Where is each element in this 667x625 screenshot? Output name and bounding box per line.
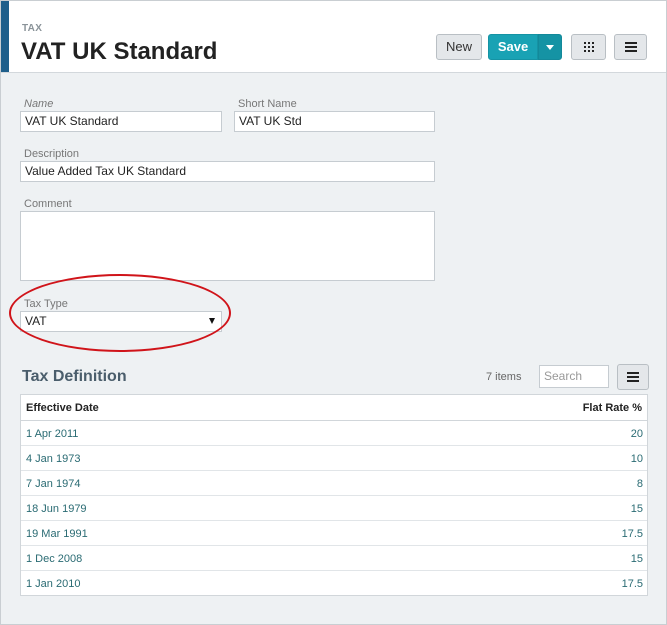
grid-view-button[interactable] [571, 34, 606, 60]
effective-date-cell[interactable]: 18 Jun 1979 [26, 503, 87, 515]
table-row[interactable]: 18 Jun 1979 15 [21, 496, 647, 521]
menu-icon [627, 372, 639, 382]
column-header-effective-date[interactable]: Effective Date [26, 402, 99, 414]
column-header-flat-rate[interactable]: Flat Rate % [583, 402, 642, 414]
effective-date-cell[interactable]: 1 Dec 2008 [26, 553, 82, 565]
search-input[interactable]: Search [539, 365, 609, 388]
table-row[interactable]: 19 Mar 1991 17.5 [21, 521, 647, 546]
page-header: TAX VAT UK Standard New Save [1, 1, 666, 73]
flat-rate-cell: 15 [630, 553, 643, 565]
short-name-field[interactable]: VAT UK Std [234, 111, 435, 132]
flat-rate-cell: 17.5 [621, 528, 643, 540]
save-options-dropdown-button[interactable] [538, 34, 562, 60]
effective-date-cell[interactable]: 4 Jan 1973 [26, 453, 80, 465]
effective-date-cell[interactable]: 1 Jan 2010 [26, 578, 80, 590]
menu-icon [625, 42, 637, 52]
table-row[interactable]: 1 Jan 2010 17.5 [21, 571, 647, 595]
dropdown-arrow-icon [209, 318, 215, 324]
tax-type-label: Tax Type [24, 298, 68, 310]
flat-rate-cell: 10 [630, 453, 643, 465]
flat-rate-cell: 17.5 [621, 578, 643, 590]
effective-date-cell[interactable]: 1 Apr 2011 [26, 428, 78, 440]
table-row[interactable]: 4 Jan 1973 10 [21, 446, 647, 471]
grid-icon [584, 42, 594, 52]
tax-type-selected-value: VAT [25, 314, 47, 328]
flat-rate-cell: 8 [636, 478, 643, 490]
table-row[interactable]: 7 Jan 1974 8 [21, 471, 647, 496]
more-actions-button[interactable] [614, 34, 647, 60]
comment-textarea[interactable] [20, 211, 435, 281]
save-button[interactable]: Save [488, 34, 538, 60]
table-row[interactable]: 1 Apr 2011 20 [21, 421, 647, 446]
name-field[interactable]: VAT UK Standard [20, 111, 222, 132]
tax-form-window: TAX VAT UK Standard New Save Name VAT UK… [0, 0, 667, 625]
short-name-label: Short Name [238, 98, 297, 110]
flat-rate-cell: 15 [630, 503, 643, 515]
items-count: 7 items [486, 371, 522, 383]
page-title: VAT UK Standard [21, 38, 218, 65]
description-field[interactable]: Value Added Tax UK Standard [20, 161, 435, 182]
name-label: Name [24, 98, 54, 110]
new-button[interactable]: New [436, 34, 482, 60]
effective-date-cell[interactable]: 19 Mar 1991 [26, 528, 88, 540]
table-header: Effective Date Flat Rate % [21, 395, 647, 421]
comment-label: Comment [24, 198, 72, 210]
header-accent-bar [1, 1, 9, 72]
tax-definition-title: Tax Definition [22, 368, 127, 385]
table-menu-button[interactable] [617, 364, 649, 390]
flat-rate-cell: 20 [630, 428, 643, 440]
caret-down-icon [546, 45, 554, 51]
tax-definition-table: Effective Date Flat Rate % 1 Apr 2011 20… [20, 394, 648, 596]
description-label: Description [24, 148, 80, 160]
table-row[interactable]: 1 Dec 2008 15 [21, 546, 647, 571]
tax-type-select[interactable]: VAT [20, 311, 222, 332]
effective-date-cell[interactable]: 7 Jan 1974 [26, 478, 80, 490]
document-type-label: TAX [22, 23, 43, 34]
